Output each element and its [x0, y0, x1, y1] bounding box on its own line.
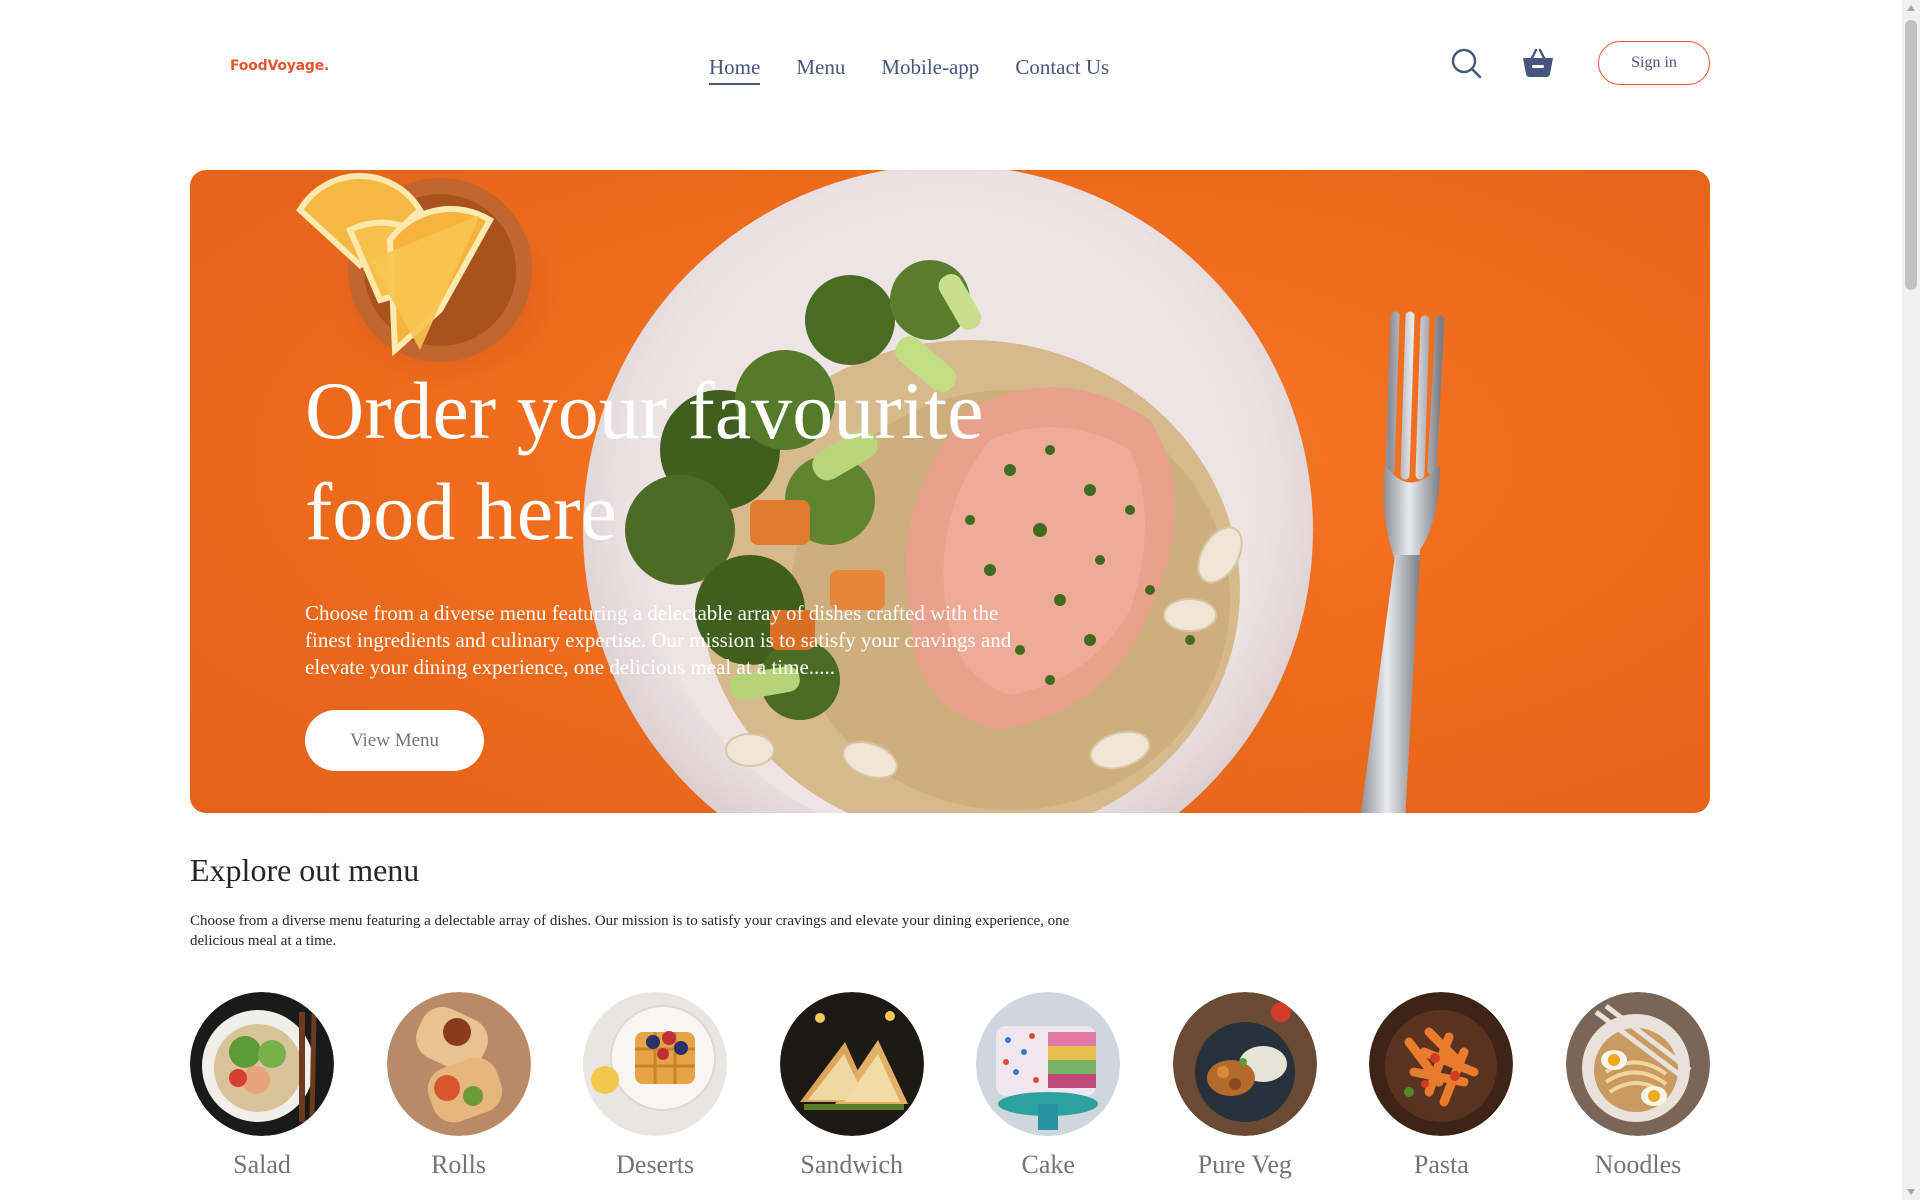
hero-title: Order your favourite food here: [305, 365, 984, 557]
menu-item-label: Pasta: [1413, 1150, 1469, 1179]
pure-veg-image: [1172, 992, 1317, 1136]
navbar: FoodVoyage. Home Menu Mobile-app Contact…: [190, 40, 1710, 96]
menu-item-label: Salad: [233, 1150, 291, 1179]
explore-menu-section: Explore out menu Choose from a diverse m…: [190, 852, 1710, 1179]
nav-menu: Home Menu Mobile-app Contact Us: [709, 55, 1109, 85]
explore-menu-title: Explore out menu: [190, 852, 420, 888]
sandwich-image: [779, 992, 924, 1136]
pasta-image: [1369, 992, 1514, 1136]
menu-item-label: Pure Veg: [1197, 1150, 1292, 1179]
basket-icon[interactable]: [1522, 48, 1554, 78]
scrollbar-thumb[interactable]: [1905, 20, 1917, 290]
menu-item-label: Deserts: [616, 1150, 695, 1179]
menu-item-sandwich[interactable]: Sandwich: [779, 992, 924, 1180]
cake-image: [976, 992, 1121, 1136]
hero-banner: Order your favourite food here Choose fr…: [190, 170, 1710, 813]
menu-item-cake[interactable]: Cake: [976, 992, 1121, 1180]
nav-link-contact-us[interactable]: Contact Us: [1015, 55, 1109, 85]
hero-content: Order your favourite food here Choose fr…: [305, 360, 1065, 771]
search-icon[interactable]: [1450, 47, 1482, 79]
sign-in-button[interactable]: Sign in: [1598, 41, 1710, 85]
scroll-up-icon[interactable]: [1907, 5, 1915, 11]
menu-item-label: Sandwich: [800, 1150, 903, 1179]
salad-image: [190, 992, 334, 1136]
menu-item-salad[interactable]: Salad: [190, 992, 334, 1180]
menu-item-label: Noodles: [1594, 1150, 1682, 1179]
nav-link-home[interactable]: Home: [709, 55, 761, 85]
menu-item-pure-veg[interactable]: Pure Veg: [1172, 992, 1317, 1180]
menu-item-rolls[interactable]: Rolls: [386, 992, 531, 1180]
logo[interactable]: FoodVoyage.: [230, 58, 329, 74]
menu-item-label: Rolls: [431, 1150, 487, 1179]
menu-category-list: Salad Rolls Deserts Sandwich Cake Pure V…: [190, 992, 1710, 1180]
view-menu-button[interactable]: View Menu: [305, 710, 484, 771]
menu-item-noodles[interactable]: Noodles: [1565, 992, 1710, 1180]
explore-menu-description: Choose from a diverse menu featuring a d…: [190, 913, 1070, 949]
menu-item-label: Cake: [1021, 1150, 1075, 1179]
nav-right: Sign in: [1450, 40, 1710, 86]
page-scrollbar[interactable]: [1902, 0, 1920, 1200]
deserts-image: [583, 992, 728, 1136]
rolls-image: [386, 992, 531, 1136]
nav-link-mobile-app[interactable]: Mobile-app: [881, 55, 979, 85]
nav-link-menu[interactable]: Menu: [796, 55, 845, 85]
noodles-image: [1565, 992, 1710, 1136]
hero-description: Choose from a diverse menu featuring a d…: [305, 601, 1012, 679]
menu-item-deserts[interactable]: Deserts: [583, 992, 728, 1180]
scroll-down-icon[interactable]: [1907, 1189, 1915, 1195]
fork: [1360, 311, 1445, 813]
menu-item-pasta[interactable]: Pasta: [1369, 992, 1514, 1180]
